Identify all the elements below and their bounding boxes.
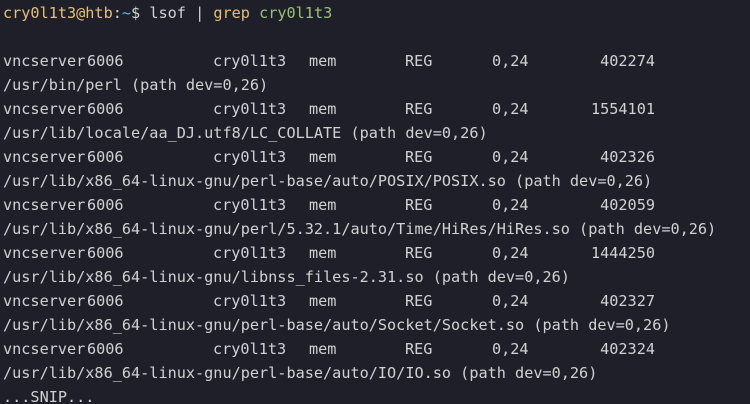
entry-fd: mem [309, 292, 337, 310]
entry-device: 0,24 [492, 100, 529, 118]
entry-device: 0,24 [492, 148, 529, 166]
lsof-row: vncserver 6006 cry0l1t3 mem REG 0,24 402059 [3, 193, 743, 217]
entry-path: /usr/lib/x86_64-linux-gnu/libnss_files-2… [3, 268, 570, 286]
entry-path: /usr/lib/locale/aa_DJ.utf8/LC_COLLATE (p… [3, 124, 488, 142]
entry-pid: 6006 [87, 148, 124, 166]
entry-type: REG [405, 244, 433, 262]
entry-command: vncserver [3, 292, 86, 310]
entry-user: cry0l1t3 [213, 52, 287, 70]
entry-node: 402326 [600, 148, 655, 166]
command-grep: grep [213, 4, 250, 22]
entry-fd: mem [309, 100, 337, 118]
entry-type: REG [405, 292, 433, 310]
prompt-symbol: $ [131, 4, 150, 22]
entry-user: cry0l1t3 [213, 244, 287, 262]
entry-command: vncserver [3, 196, 86, 214]
entry-command: vncserver [3, 52, 86, 70]
lsof-row: vncserver 6006 cry0l1t3 mem REG 0,24 402326 [3, 145, 743, 169]
entry-node: 402327 [600, 292, 655, 310]
entry-pid: 6006 [87, 292, 124, 310]
entry-type: REG [405, 100, 433, 118]
entry-user: cry0l1t3 [213, 148, 287, 166]
command-pipe: | [185, 4, 214, 22]
prompt-separator: : [112, 4, 122, 22]
prompt-path: ~ [121, 4, 132, 22]
entry-pid: 6006 [87, 244, 124, 262]
entry-user: cry0l1t3 [213, 100, 287, 118]
entry-user: cry0l1t3 [213, 196, 287, 214]
entry-path: /usr/lib/x86_64-linux-gnu/perl-base/auto… [3, 364, 598, 382]
entry-device: 0,24 [492, 52, 529, 70]
entry-pid: 6006 [87, 52, 124, 70]
entry-path: /usr/lib/x86_64-linux-gnu/perl/5.32.1/au… [3, 220, 717, 238]
entry-pid: 6006 [87, 196, 124, 214]
entry-path: /usr/lib/x86_64-linux-gnu/perl-base/auto… [3, 172, 653, 190]
lsof-row: vncserver 6006 cry0l1t3 mem REG 0,24 1554101 [3, 97, 743, 121]
entry-fd: mem [309, 244, 337, 262]
terminal-window[interactable]: cry0l1t3@htb:~$ lsof | grep cry0l1t3 vnc… [0, 0, 750, 404]
prompt-user-host: cry0l1t3@htb [3, 4, 113, 22]
entry-fd: mem [309, 52, 337, 70]
entry-type: REG [405, 52, 433, 70]
entry-type: REG [405, 148, 433, 166]
command-name: lsof [149, 4, 186, 22]
entry-device: 0,24 [492, 340, 529, 358]
entry-device: 0,24 [492, 292, 529, 310]
command-grep-arg: cry0l1t3 [259, 4, 333, 22]
lsof-row: vncserver 6006 cry0l1t3 mem REG 0,24 402274 [3, 49, 743, 73]
entry-command: vncserver [3, 244, 86, 262]
entry-node: 1554101 [590, 100, 655, 118]
entry-node: 402324 [600, 340, 655, 358]
entry-type: REG [405, 340, 433, 358]
output-snip: ...SNIP... [3, 388, 95, 404]
lsof-row: vncserver 6006 cry0l1t3 mem REG 0,24 402327 [3, 289, 743, 313]
entry-user: cry0l1t3 [213, 292, 287, 310]
entry-command: vncserver [3, 340, 86, 358]
entry-node: 402274 [600, 52, 655, 70]
entry-path: /usr/bin/perl (path dev=0,26) [3, 76, 269, 94]
entry-path: /usr/lib/x86_64-linux-gnu/perl-base/auto… [3, 316, 671, 334]
prompt-line: cry0l1t3@htb:~$ lsof | grep cry0l1t3 [3, 1, 332, 25]
entry-pid: 6006 [87, 100, 124, 118]
entry-device: 0,24 [492, 244, 529, 262]
entry-node: 402059 [600, 196, 655, 214]
entry-type: REG [405, 196, 433, 214]
entry-fd: mem [309, 196, 337, 214]
lsof-row: vncserver 6006 cry0l1t3 mem REG 0,24 1444250 [3, 241, 743, 265]
entry-fd: mem [309, 148, 337, 166]
entry-command: vncserver [3, 148, 86, 166]
entry-command: vncserver [3, 100, 86, 118]
entry-user: cry0l1t3 [213, 340, 287, 358]
entry-device: 0,24 [492, 196, 529, 214]
entry-pid: 6006 [87, 340, 124, 358]
entry-node: 1444250 [590, 244, 655, 262]
entry-fd: mem [309, 340, 337, 358]
lsof-row: vncserver 6006 cry0l1t3 mem REG 0,24 402324 [3, 337, 743, 361]
